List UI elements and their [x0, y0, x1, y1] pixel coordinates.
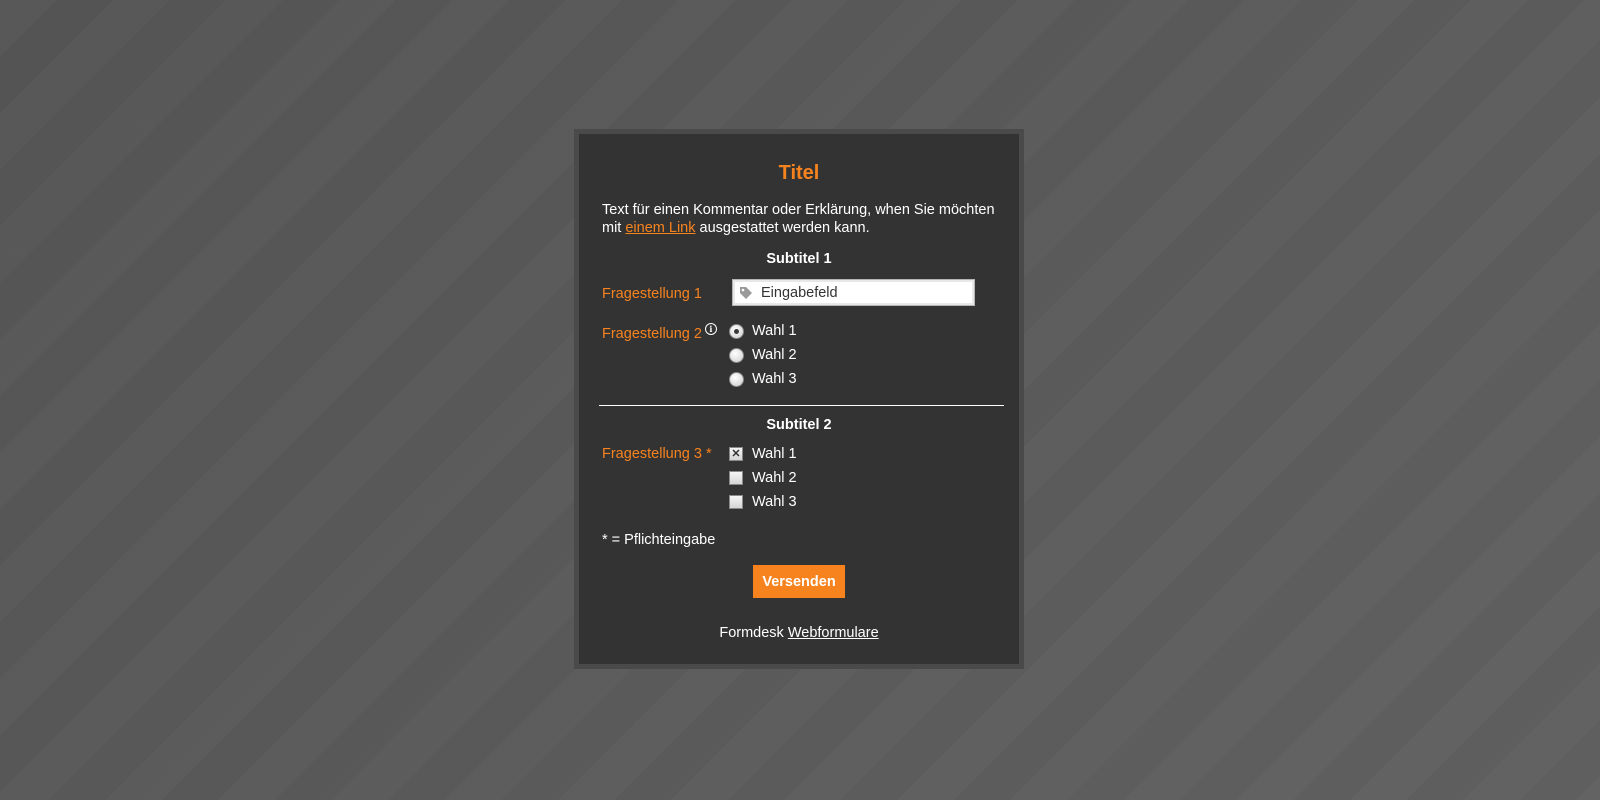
checkbox[interactable]: [729, 495, 743, 509]
question-1-input[interactable]: [761, 284, 961, 301]
question-2-label: Fragestellung 2i: [602, 323, 717, 342]
question-2-option-1[interactable]: Wahl 1: [729, 323, 797, 339]
intro-text-after: ausgestattet werden kann.: [695, 220, 870, 236]
form-frame: Titel Text für einen Kommentar oder Erkl…: [574, 129, 1024, 669]
footer-link[interactable]: Webformulare: [788, 625, 879, 641]
radio-button-checked[interactable]: [729, 323, 744, 339]
info-icon[interactable]: i: [704, 323, 717, 335]
question-2-option-3[interactable]: Wahl 3: [729, 371, 797, 387]
question-1-field[interactable]: [732, 279, 975, 306]
footer: Formdesk Webformulare: [579, 625, 1019, 641]
question-2-label-text: Fragestellung 2: [602, 325, 702, 342]
option-label: Wahl 2: [752, 347, 797, 363]
option-label: Wahl 1: [752, 323, 797, 339]
tag-icon: [740, 286, 752, 299]
radio-button[interactable]: [729, 347, 744, 363]
option-label: Wahl 3: [752, 494, 797, 510]
intro-link[interactable]: einem Link: [625, 220, 695, 236]
required-note: * = Pflichteingabe: [602, 532, 716, 548]
question-3-option-1[interactable]: ✕ Wahl 1: [729, 446, 797, 462]
subtitle-1: Subtitel 1: [766, 251, 832, 267]
footer-text: Formdesk: [719, 625, 788, 641]
option-label: Wahl 2: [752, 470, 797, 486]
checkbox[interactable]: [729, 471, 743, 485]
checkbox-checked[interactable]: ✕: [729, 447, 743, 461]
form-card: Titel Text für einen Kommentar oder Erkl…: [579, 134, 1019, 664]
question-1-label: Fragestellung 1: [602, 286, 702, 302]
subtitle-2: Subtitel 2: [766, 417, 832, 433]
intro-text: Text für einen Kommentar oder Erklärung,…: [602, 201, 1002, 237]
option-label: Wahl 1: [752, 446, 797, 462]
section-divider: [599, 405, 1004, 406]
form-title: Titel: [778, 162, 820, 184]
question-2-option-2[interactable]: Wahl 2: [729, 347, 797, 363]
radio-button[interactable]: [729, 371, 744, 387]
option-label: Wahl 3: [752, 371, 797, 387]
question-3-option-2[interactable]: Wahl 2: [729, 470, 797, 486]
question-3-option-3[interactable]: Wahl 3: [729, 494, 797, 510]
submit-button[interactable]: Versenden: [753, 565, 845, 598]
question-3-label: Fragestellung 3 *: [602, 446, 712, 462]
